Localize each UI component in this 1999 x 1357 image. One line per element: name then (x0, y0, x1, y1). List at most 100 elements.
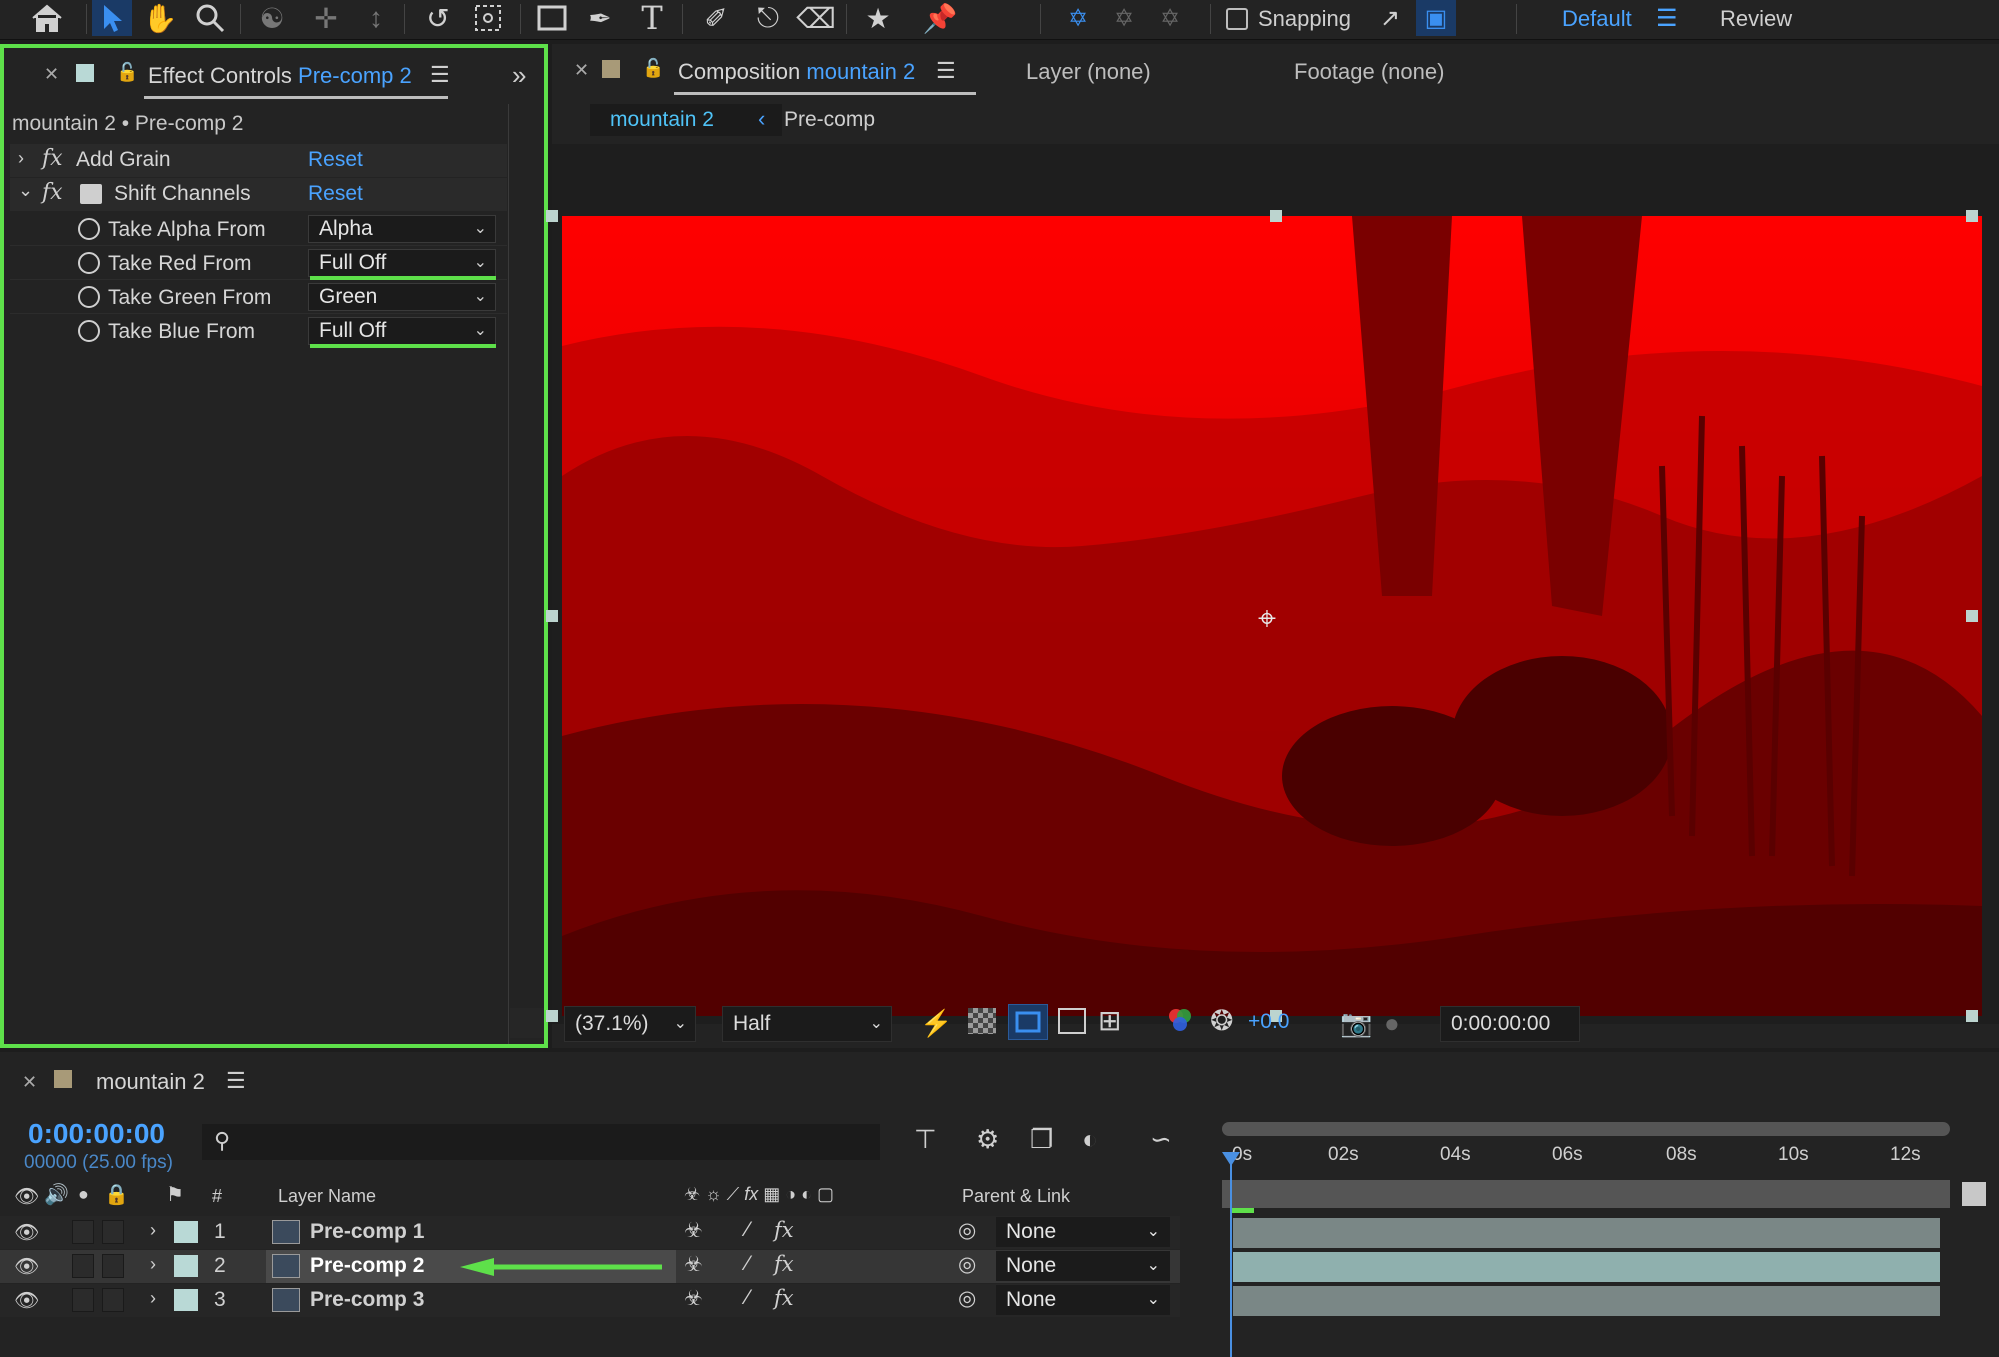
chevron-right-icon[interactable]: › (18, 148, 24, 169)
comp-mini-flowchart-icon[interactable]: ⊤ (914, 1124, 937, 1155)
workspace-default[interactable]: Default (1562, 6, 1632, 32)
shy-switch-icon[interactable]: ☣ (684, 1252, 703, 1277)
lock-icon[interactable]: 🔓 (116, 62, 138, 83)
quality-switch-icon[interactable]: ∕ (746, 1252, 750, 1276)
transform-handle[interactable] (546, 1010, 558, 1022)
type-tool-icon[interactable]: T (632, 0, 672, 37)
rectangle-tool-icon[interactable] (532, 0, 572, 36)
playhead[interactable] (1230, 1156, 1232, 1357)
quality-switch-icon[interactable]: ∕ (746, 1218, 750, 1242)
draft-3d-icon[interactable]: ⚙ (976, 1124, 999, 1155)
eye-icon[interactable]: 👁 (14, 1254, 39, 1279)
anchor-point-icon[interactable]: ⌖ (1258, 600, 1276, 638)
transform-handle[interactable] (1966, 610, 1978, 622)
chevron-right-icon[interactable]: › (150, 1220, 156, 1241)
parent-dropdown[interactable]: None ⌄ (996, 1285, 1170, 1315)
layer-name-column-header[interactable]: Layer Name (278, 1186, 376, 1207)
quality-switch-icon[interactable]: ∕ (746, 1286, 750, 1310)
zoom-dropdown[interactable]: (37.1%) ⌄ (564, 1006, 696, 1042)
motion-blur-icon[interactable]: ◐ (1082, 1124, 1098, 1155)
brush-tool-icon[interactable]: ✐ (696, 0, 736, 36)
transparency-grid-icon[interactable] (968, 1008, 996, 1034)
layer-name[interactable]: Pre-comp 1 (310, 1220, 424, 1244)
render-range-bar[interactable] (1222, 1180, 1950, 1208)
selection-tool-icon[interactable] (92, 0, 132, 36)
pen-tool-icon[interactable]: ✒ (580, 0, 620, 36)
search-input[interactable]: ⚲ (202, 1124, 880, 1160)
transform-handle[interactable] (1270, 210, 1282, 222)
rotation-tool-icon[interactable]: ↺ (418, 0, 458, 36)
current-time-display[interactable]: 0:00:00:00 (1440, 1006, 1580, 1042)
property-dropdown[interactable]: Alpha ⌄ (308, 215, 496, 243)
expand-panels-icon[interactable]: » (512, 60, 526, 91)
transform-handle[interactable] (546, 210, 558, 222)
shy-switch-icon[interactable]: ☣ (684, 1286, 703, 1311)
playhead-handle[interactable] (1222, 1152, 1240, 1166)
panel-menu-icon[interactable]: ☰ (936, 58, 956, 84)
resolution-dropdown[interactable]: Half ⌄ (722, 1006, 892, 1042)
hand-tool-icon[interactable]: ✋ (140, 0, 180, 36)
timeline-zoom-icon[interactable] (1962, 1182, 1986, 1206)
layer-name[interactable]: Pre-comp 3 (310, 1288, 424, 1312)
close-tab-icon[interactable]: ✕ (44, 64, 59, 85)
parent-dropdown[interactable]: None ⌄ (996, 1217, 1170, 1247)
stopwatch-icon[interactable] (78, 218, 100, 240)
layer-row-1[interactable]: 👁 › 1 Pre-comp 1 ☣ ∕ fx ◎ None ⌄ (0, 1216, 1180, 1249)
effect-row-shift-channels[interactable]: ⌄ fx Shift Channels Reset (10, 178, 507, 211)
fx-switch-icon[interactable]: fx (774, 1252, 794, 1276)
stopwatch-icon[interactable] (78, 320, 100, 342)
axis-world-icon[interactable]: ✡ (1104, 0, 1144, 36)
zoom-tool-icon[interactable] (190, 0, 230, 36)
stopwatch-icon[interactable] (78, 286, 100, 308)
dolly-camera-icon[interactable]: ↕ (356, 0, 396, 36)
snapping-checkbox[interactable] (1226, 8, 1248, 30)
label-color-swatch[interactable] (174, 1289, 198, 1311)
pan-camera-icon[interactable]: ✛ (306, 0, 346, 36)
reset-button[interactable]: Reset (308, 182, 363, 206)
composition-tab[interactable]: Composition mountain 2 (678, 59, 915, 85)
mask-visibility-icon[interactable] (1008, 1004, 1048, 1040)
work-area-bar[interactable] (1222, 1122, 1950, 1136)
label-color-swatch[interactable] (174, 1255, 198, 1277)
eye-icon[interactable]: 👁 (14, 1288, 39, 1313)
fast-previews-icon[interactable]: ⚡ (920, 1008, 952, 1039)
timeline-tab[interactable]: mountain 2 (96, 1069, 205, 1095)
lock-icon[interactable]: 🔓 (642, 58, 664, 79)
stopwatch-icon[interactable] (78, 252, 100, 274)
clone-stamp-icon[interactable]: ⎋ (748, 0, 788, 36)
effect-controls-tab[interactable]: Effect Controls Pre-comp 2 (148, 63, 412, 89)
layer-name[interactable]: Pre-comp 2 (310, 1254, 424, 1278)
transform-handle[interactable] (1966, 1010, 1978, 1022)
axis-local-icon[interactable]: ✡ (1058, 0, 1098, 36)
parent-dropdown[interactable]: None ⌄ (996, 1251, 1170, 1281)
transform-handle[interactable] (1966, 210, 1978, 222)
footage-viewer-tab[interactable]: Footage (none) (1294, 59, 1444, 85)
layer-row-3[interactable]: 👁 › 3 Pre-comp 3 ☣ ∕ fx ◎ None ⌄ (0, 1284, 1180, 1317)
composition-viewer[interactable]: ⌖ (546, 144, 1999, 1024)
layer-viewer-tab[interactable]: Layer (none) (1026, 59, 1151, 85)
fx-toggle-icon[interactable]: fx (42, 146, 63, 171)
exposure-value[interactable]: +0.0 (1248, 1010, 1289, 1034)
comp-nav-active[interactable]: mountain 2 ‹ (590, 104, 782, 136)
pick-whip-icon[interactable]: ◎ (958, 1286, 976, 1311)
fx-switch-icon[interactable]: fx (774, 1286, 794, 1310)
effect-row-add-grain[interactable]: › fx Add Grain Reset (10, 144, 507, 177)
label-color-swatch[interactable] (174, 1221, 198, 1243)
grid-guides-icon[interactable]: ⊞ (1098, 1004, 1121, 1037)
workspace-review[interactable]: Review (1720, 6, 1792, 32)
chevron-right-icon[interactable]: › (150, 1254, 156, 1275)
axis-view-icon[interactable]: ✡ (1150, 0, 1190, 36)
layer-row-2[interactable]: 👁 › 2 Pre-comp 2 ☣ ∕ fx ◎ None ⌄ (0, 1250, 1180, 1283)
show-snapshot-icon[interactable]: ● (1384, 1008, 1400, 1039)
chevron-down-icon[interactable]: ⌄ (18, 180, 33, 201)
property-dropdown[interactable]: Green ⌄ (308, 283, 496, 311)
close-tab-icon[interactable]: ✕ (22, 1072, 37, 1093)
property-dropdown[interactable]: Full Off ⌄ (308, 249, 496, 277)
snapshot-icon[interactable]: 📷 (1340, 1008, 1372, 1039)
eye-icon[interactable]: 👁 (14, 1220, 39, 1245)
home-icon[interactable] (18, 0, 76, 36)
roto-brush-icon[interactable]: ★ (858, 0, 898, 36)
pick-whip-icon[interactable]: ◎ (958, 1252, 976, 1277)
color-management-icon[interactable]: ❂ (1210, 1004, 1233, 1037)
layer-bar-1[interactable] (1233, 1218, 1940, 1248)
